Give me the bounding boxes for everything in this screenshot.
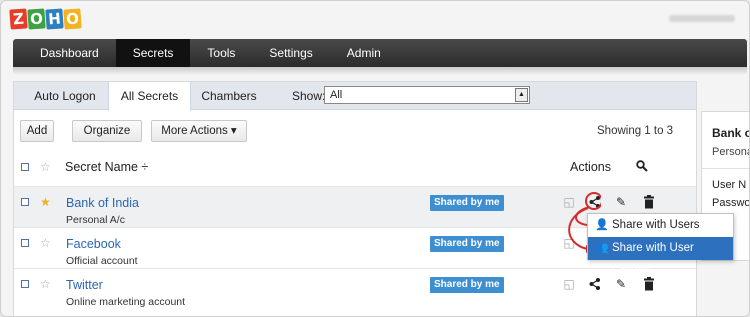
column-secret-name[interactable]: Secret Name ÷ bbox=[65, 160, 148, 174]
user-name-blurred[interactable] bbox=[669, 15, 735, 22]
secret-name-link[interactable]: Bank of India bbox=[66, 196, 139, 210]
tab-auto-logon[interactable]: Auto Logon bbox=[24, 82, 106, 110]
nav-tools[interactable]: Tools bbox=[190, 39, 252, 67]
tab-chambers[interactable]: Chambers bbox=[194, 82, 264, 110]
shared-badge: Shared by me bbox=[430, 195, 504, 211]
nav-secrets[interactable]: Secrets bbox=[115, 39, 191, 67]
select-arrow-icon: ▲ bbox=[515, 88, 528, 102]
tab-bar: Auto Logon All Secrets Chambers Show: Al… bbox=[14, 82, 696, 111]
star-filled-icon[interactable]: ★ bbox=[40, 196, 51, 208]
row-checkbox[interactable] bbox=[21, 198, 29, 206]
select-all-checkbox[interactable] bbox=[21, 163, 29, 171]
share-menu: 👤 Share with Users 👥 Share with User Gro… bbox=[587, 213, 734, 277]
detail-field-username: User N bbox=[712, 179, 747, 191]
shared-badge: Shared by me bbox=[430, 236, 504, 252]
edit-pencil-icon[interactable]: ✎ bbox=[614, 195, 628, 209]
detail-divider bbox=[702, 168, 749, 169]
add-button[interactable]: Add bbox=[20, 120, 54, 142]
show-label: Show: bbox=[292, 89, 326, 103]
row-checkbox[interactable] bbox=[21, 280, 29, 288]
user-group-icon: 👥 bbox=[595, 242, 609, 254]
secret-description: Official account bbox=[66, 255, 138, 267]
row-checkbox[interactable] bbox=[21, 239, 29, 247]
tab-all-secrets[interactable]: All Secrets bbox=[108, 82, 191, 111]
open-url-icon[interactable]: ◱ bbox=[562, 277, 576, 291]
trash-icon[interactable] bbox=[642, 195, 656, 209]
column-actions: Actions bbox=[570, 160, 611, 174]
share-with-users-label: Share with Users bbox=[612, 219, 700, 231]
secret-name-link[interactable]: Facebook bbox=[66, 237, 121, 251]
share-with-user-groups-item[interactable]: 👥 Share with User Groups bbox=[588, 237, 733, 277]
showing-count: Showing 1 to 3 bbox=[597, 125, 674, 137]
detail-field-password: Passwo bbox=[712, 197, 750, 209]
detail-title: Bank o bbox=[712, 126, 750, 140]
search-icon[interactable] bbox=[636, 160, 648, 172]
star-icon[interactable]: ☆ bbox=[40, 161, 51, 173]
more-actions-button[interactable]: More Actions ▾ bbox=[151, 120, 247, 142]
shared-badge: Shared by me bbox=[430, 277, 504, 293]
organize-button[interactable]: Organize bbox=[72, 120, 142, 142]
show-filter-select[interactable]: All ▲ bbox=[324, 86, 530, 104]
star-icon[interactable]: ☆ bbox=[40, 278, 51, 290]
zoho-logo: Z O H O bbox=[9, 8, 82, 31]
nav-shadow bbox=[13, 67, 747, 75]
share-with-users-item[interactable]: 👤 Share with Users bbox=[588, 214, 733, 237]
user-icon: 👤 bbox=[595, 219, 609, 231]
show-filter-value: All bbox=[330, 89, 343, 101]
main-nav: Dashboard Secrets Tools Settings Admin bbox=[13, 39, 747, 67]
detail-subtitle: Persona bbox=[712, 146, 750, 158]
star-icon[interactable]: ☆ bbox=[40, 237, 51, 249]
app-window: Z O H O Dashboard Secrets Tools Settings… bbox=[0, 0, 750, 317]
share-icon[interactable] bbox=[588, 277, 602, 291]
secret-description: Online marketing account bbox=[66, 296, 186, 308]
nav-settings[interactable]: Settings bbox=[252, 39, 329, 67]
secret-name-link[interactable]: Twitter bbox=[66, 278, 103, 292]
nav-admin[interactable]: Admin bbox=[330, 39, 398, 67]
secret-description: Personal A/c bbox=[66, 214, 125, 226]
table-header: ☆ Secret Name ÷ Actions bbox=[14, 150, 696, 180]
nav-dashboard[interactable]: Dashboard bbox=[23, 39, 116, 67]
table-row[interactable]: ☆ Twitter Online marketing account Share… bbox=[14, 268, 696, 309]
